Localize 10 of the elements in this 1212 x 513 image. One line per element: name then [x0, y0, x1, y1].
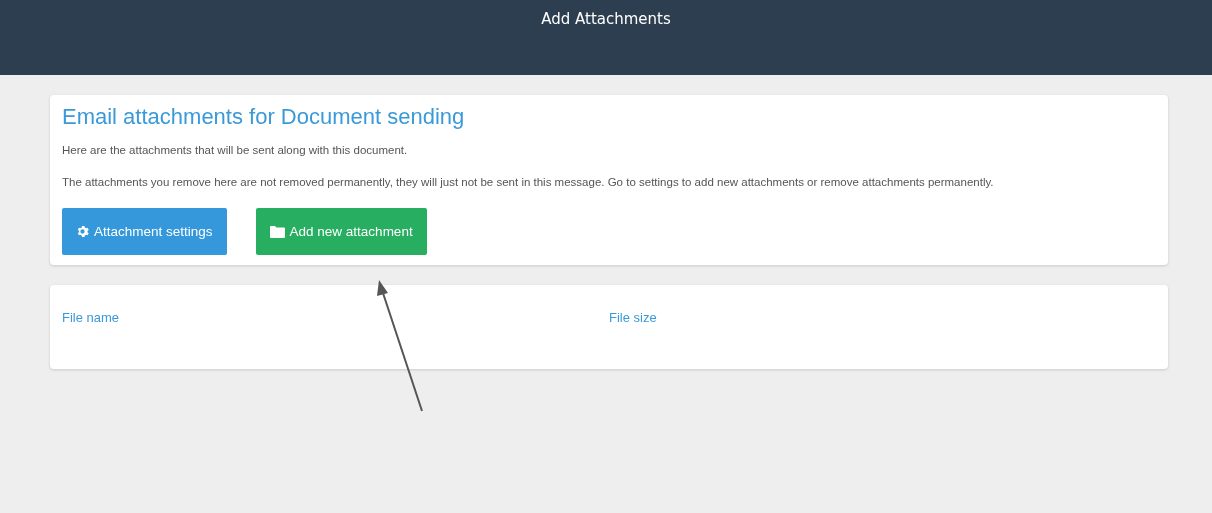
- gear-icon: [76, 225, 89, 238]
- description-text: The attachments you remove here are not removed permanently, they will just not be sent in this message. Go to settings to add new attachments or remove attachments permanently.: [62, 176, 995, 188]
- description-text: Here are the attachments that will be sent along with this document.: [62, 144, 409, 156]
- card-heading: Email attachments for Document sending: [62, 104, 465, 130]
- settings-button[interactable]: Attachment settings: [62, 208, 227, 255]
- add-attachment-button[interactable]: Add new attachment: [255, 208, 427, 255]
- page-title: Add Attachments: [541, 10, 671, 30]
- folder-icon: [269, 225, 285, 238]
- column-header[interactable]: File size: [609, 310, 657, 325]
- column-header[interactable]: File name: [62, 310, 120, 325]
